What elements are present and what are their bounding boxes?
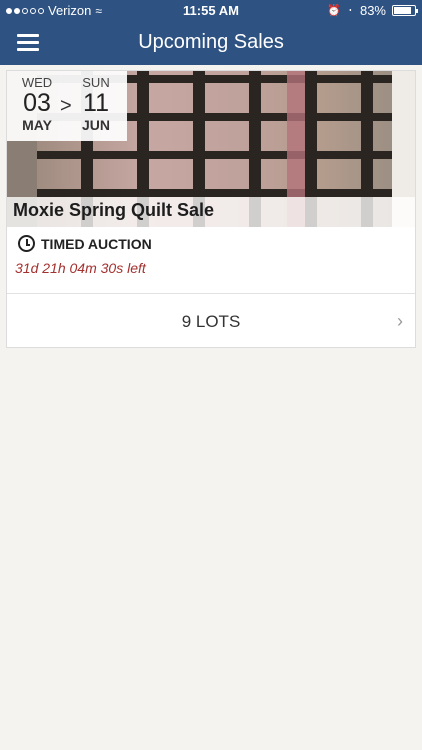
battery-icon	[392, 5, 418, 16]
chevron-right-icon: ›	[397, 311, 403, 331]
sale-title[interactable]: Moxie Spring Quilt Sale	[13, 200, 214, 221]
nav-bar: Upcoming Sales	[0, 22, 422, 65]
start-month: MAY	[22, 117, 52, 133]
date-separator: >	[60, 95, 72, 117]
start-date: WED 03 MAY	[15, 75, 59, 133]
time-remaining: 31d 21h 04m 30s left	[15, 260, 146, 276]
start-dow: WED	[21, 75, 53, 90]
alarm-icon: ⏰	[327, 5, 341, 17]
status-bar: Verizon ≈ 11:55 AM ⏰ ᛫ 83%	[0, 0, 422, 22]
end-month: JUN	[81, 117, 110, 133]
end-date: SUN 11 JUN	[74, 75, 118, 133]
end-day: 11	[83, 89, 109, 117]
battery-percent: 83%	[359, 3, 386, 18]
sale-card[interactable]: WED 03 MAY > SUN 11 JUN Moxie Spring Qui…	[6, 70, 416, 348]
start-day: 03	[23, 89, 51, 117]
bluetooth-icon: ᛫	[346, 3, 354, 18]
auction-type: TIMED AUCTION	[41, 236, 152, 252]
page-title: Upcoming Sales	[138, 31, 284, 53]
date-range-box: WED 03 MAY > SUN 11 JUN	[7, 71, 127, 141]
lots-button[interactable]: 9 LOTS ›	[7, 293, 415, 348]
end-dow: SUN	[82, 75, 110, 90]
clock-icon	[18, 235, 35, 252]
lots-count: 9 LOTS	[181, 312, 241, 331]
